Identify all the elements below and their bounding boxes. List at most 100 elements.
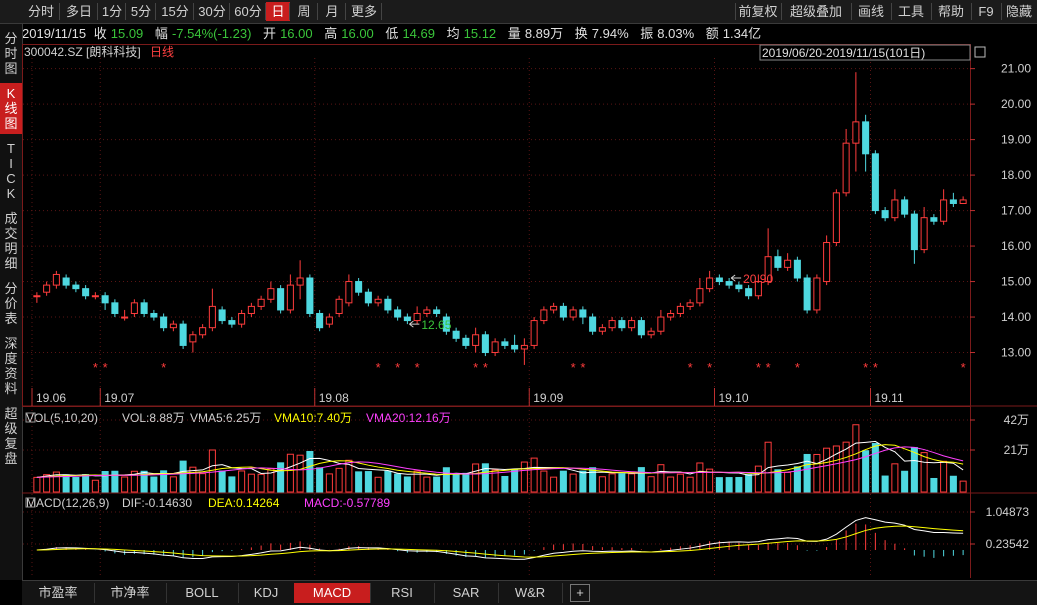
- tab-rsi[interactable]: RSI: [370, 583, 435, 603]
- sidebar-item-4[interactable]: 分价表: [0, 278, 22, 329]
- toolbar-right-btn-6[interactable]: 隐藏: [1001, 2, 1037, 21]
- volume-bar[interactable]: [501, 475, 509, 493]
- candle-body[interactable]: [940, 199, 948, 222]
- candle-body[interactable]: [394, 309, 402, 318]
- candle-body[interactable]: [257, 298, 265, 307]
- volume-bar[interactable]: [82, 474, 90, 493]
- volume-bar[interactable]: [745, 474, 753, 493]
- volume-bar[interactable]: [33, 476, 41, 493]
- candle-body[interactable]: [403, 316, 411, 322]
- toolbar-btn-3[interactable]: 5分: [126, 2, 156, 21]
- volume-bar[interactable]: [628, 473, 636, 493]
- toolbar-btn-6[interactable]: 60分: [230, 2, 266, 21]
- tab-kdj[interactable]: KDJ: [238, 583, 295, 603]
- volume-bar[interactable]: [550, 476, 558, 493]
- candle-body[interactable]: [91, 295, 99, 298]
- toolbar-right-btn-3[interactable]: 工具: [891, 2, 931, 21]
- tab-sar[interactable]: SAR: [434, 583, 499, 603]
- volume-bar[interactable]: [520, 461, 528, 493]
- volume-bar[interactable]: [72, 477, 80, 493]
- toolbar-right-btn-4[interactable]: 帮助: [931, 2, 971, 21]
- volume-bar[interactable]: [403, 476, 411, 493]
- toolbar-right-btn-2[interactable]: 画线: [851, 2, 891, 21]
- toolbar-right-btn-5[interactable]: F9: [971, 2, 1001, 21]
- toolbar-btn-8[interactable]: 周: [290, 2, 318, 21]
- volume-bar[interactable]: [871, 443, 879, 493]
- candle-body[interactable]: [325, 316, 333, 325]
- volume-bar[interactable]: [316, 467, 324, 493]
- candle-body[interactable]: [589, 316, 597, 332]
- volume-bar[interactable]: [959, 480, 967, 493]
- candle-body[interactable]: [218, 309, 226, 322]
- candle-body[interactable]: [121, 316, 129, 319]
- candle-body[interactable]: [550, 305, 558, 311]
- candle-body[interactable]: [140, 302, 148, 314]
- candle-body[interactable]: [189, 334, 197, 343]
- candle-body[interactable]: [345, 281, 353, 304]
- candle-body[interactable]: [316, 312, 324, 329]
- volume-bar[interactable]: [150, 476, 158, 493]
- candle-body[interactable]: [657, 316, 665, 332]
- candle-body[interactable]: [862, 121, 870, 155]
- volume-bar[interactable]: [910, 447, 918, 493]
- volume-bar[interactable]: [228, 476, 236, 493]
- toolbar-btn-2[interactable]: 1分: [98, 2, 126, 21]
- toolbar-btn-9[interactable]: 月: [318, 2, 346, 21]
- candle-body[interactable]: [481, 334, 489, 354]
- candle-body[interactable]: [111, 302, 119, 314]
- volume-bar[interactable]: [355, 471, 363, 493]
- candle-body[interactable]: [871, 153, 879, 212]
- volume-bar[interactable]: [540, 470, 548, 493]
- volume-bar[interactable]: [901, 470, 909, 493]
- sidebar-item-6[interactable]: 超级复盘: [0, 403, 22, 469]
- candle-body[interactable]: [277, 288, 285, 311]
- candle-body[interactable]: [72, 284, 80, 290]
- volume-bar[interactable]: [715, 477, 723, 493]
- candle-body[interactable]: [784, 259, 792, 268]
- kline-chart[interactable]: 300042.SZ [朗科科技] 日线 2019/06/20-2019/11/15(…: [22, 44, 1037, 580]
- candle-body[interactable]: [930, 217, 938, 222]
- volume-bar[interactable]: [881, 475, 889, 493]
- volume-bar[interactable]: [949, 475, 957, 493]
- candle-body[interactable]: [238, 312, 246, 325]
- volume-bar[interactable]: [657, 464, 665, 493]
- volume-bar[interactable]: [257, 473, 265, 493]
- candle-body[interactable]: [813, 277, 821, 311]
- volume-bar[interactable]: [286, 453, 294, 493]
- candle-body[interactable]: [891, 199, 899, 219]
- volume-bar[interactable]: [930, 477, 938, 493]
- volume-bar[interactable]: [813, 453, 821, 493]
- candle-body[interactable]: [676, 305, 684, 314]
- candle-body[interactable]: [832, 192, 840, 244]
- candle-body[interactable]: [501, 341, 509, 346]
- volume-bar[interactable]: [754, 465, 762, 493]
- sidebar-item-3[interactable]: 成交明细: [0, 208, 22, 274]
- candle-body[interactable]: [725, 281, 733, 286]
- candle-body[interactable]: [559, 305, 567, 318]
- toolbar-btn-10[interactable]: 更多: [346, 2, 382, 21]
- add-tab-plus-icon[interactable]: +: [570, 584, 590, 602]
- candle-body[interactable]: [530, 320, 538, 346]
- volume-bar[interactable]: [559, 470, 567, 493]
- candle-body[interactable]: [520, 344, 528, 350]
- candle-body[interactable]: [374, 298, 382, 304]
- sidebar-item-0[interactable]: 分时图: [0, 28, 22, 79]
- candle-body[interactable]: [667, 312, 675, 318]
- candle-body[interactable]: [647, 330, 655, 336]
- volume-bar[interactable]: [920, 452, 928, 493]
- volume-bar[interactable]: [667, 476, 675, 493]
- volume-bar[interactable]: [725, 477, 733, 493]
- candle-body[interactable]: [949, 199, 957, 204]
- volume-bar[interactable]: [433, 476, 441, 493]
- candle-body[interactable]: [306, 277, 314, 314]
- volume-bar[interactable]: [247, 473, 255, 493]
- volume-bar[interactable]: [735, 477, 743, 493]
- volume-bar[interactable]: [803, 453, 811, 493]
- candle-body[interactable]: [852, 121, 860, 144]
- volume-bar[interactable]: [442, 467, 450, 493]
- candle-body[interactable]: [686, 302, 694, 307]
- tab-市盈率[interactable]: 市盈率: [22, 583, 95, 603]
- candle-body[interactable]: [130, 302, 138, 314]
- tab-macd[interactable]: MACD: [294, 583, 371, 603]
- candle-body[interactable]: [82, 288, 90, 297]
